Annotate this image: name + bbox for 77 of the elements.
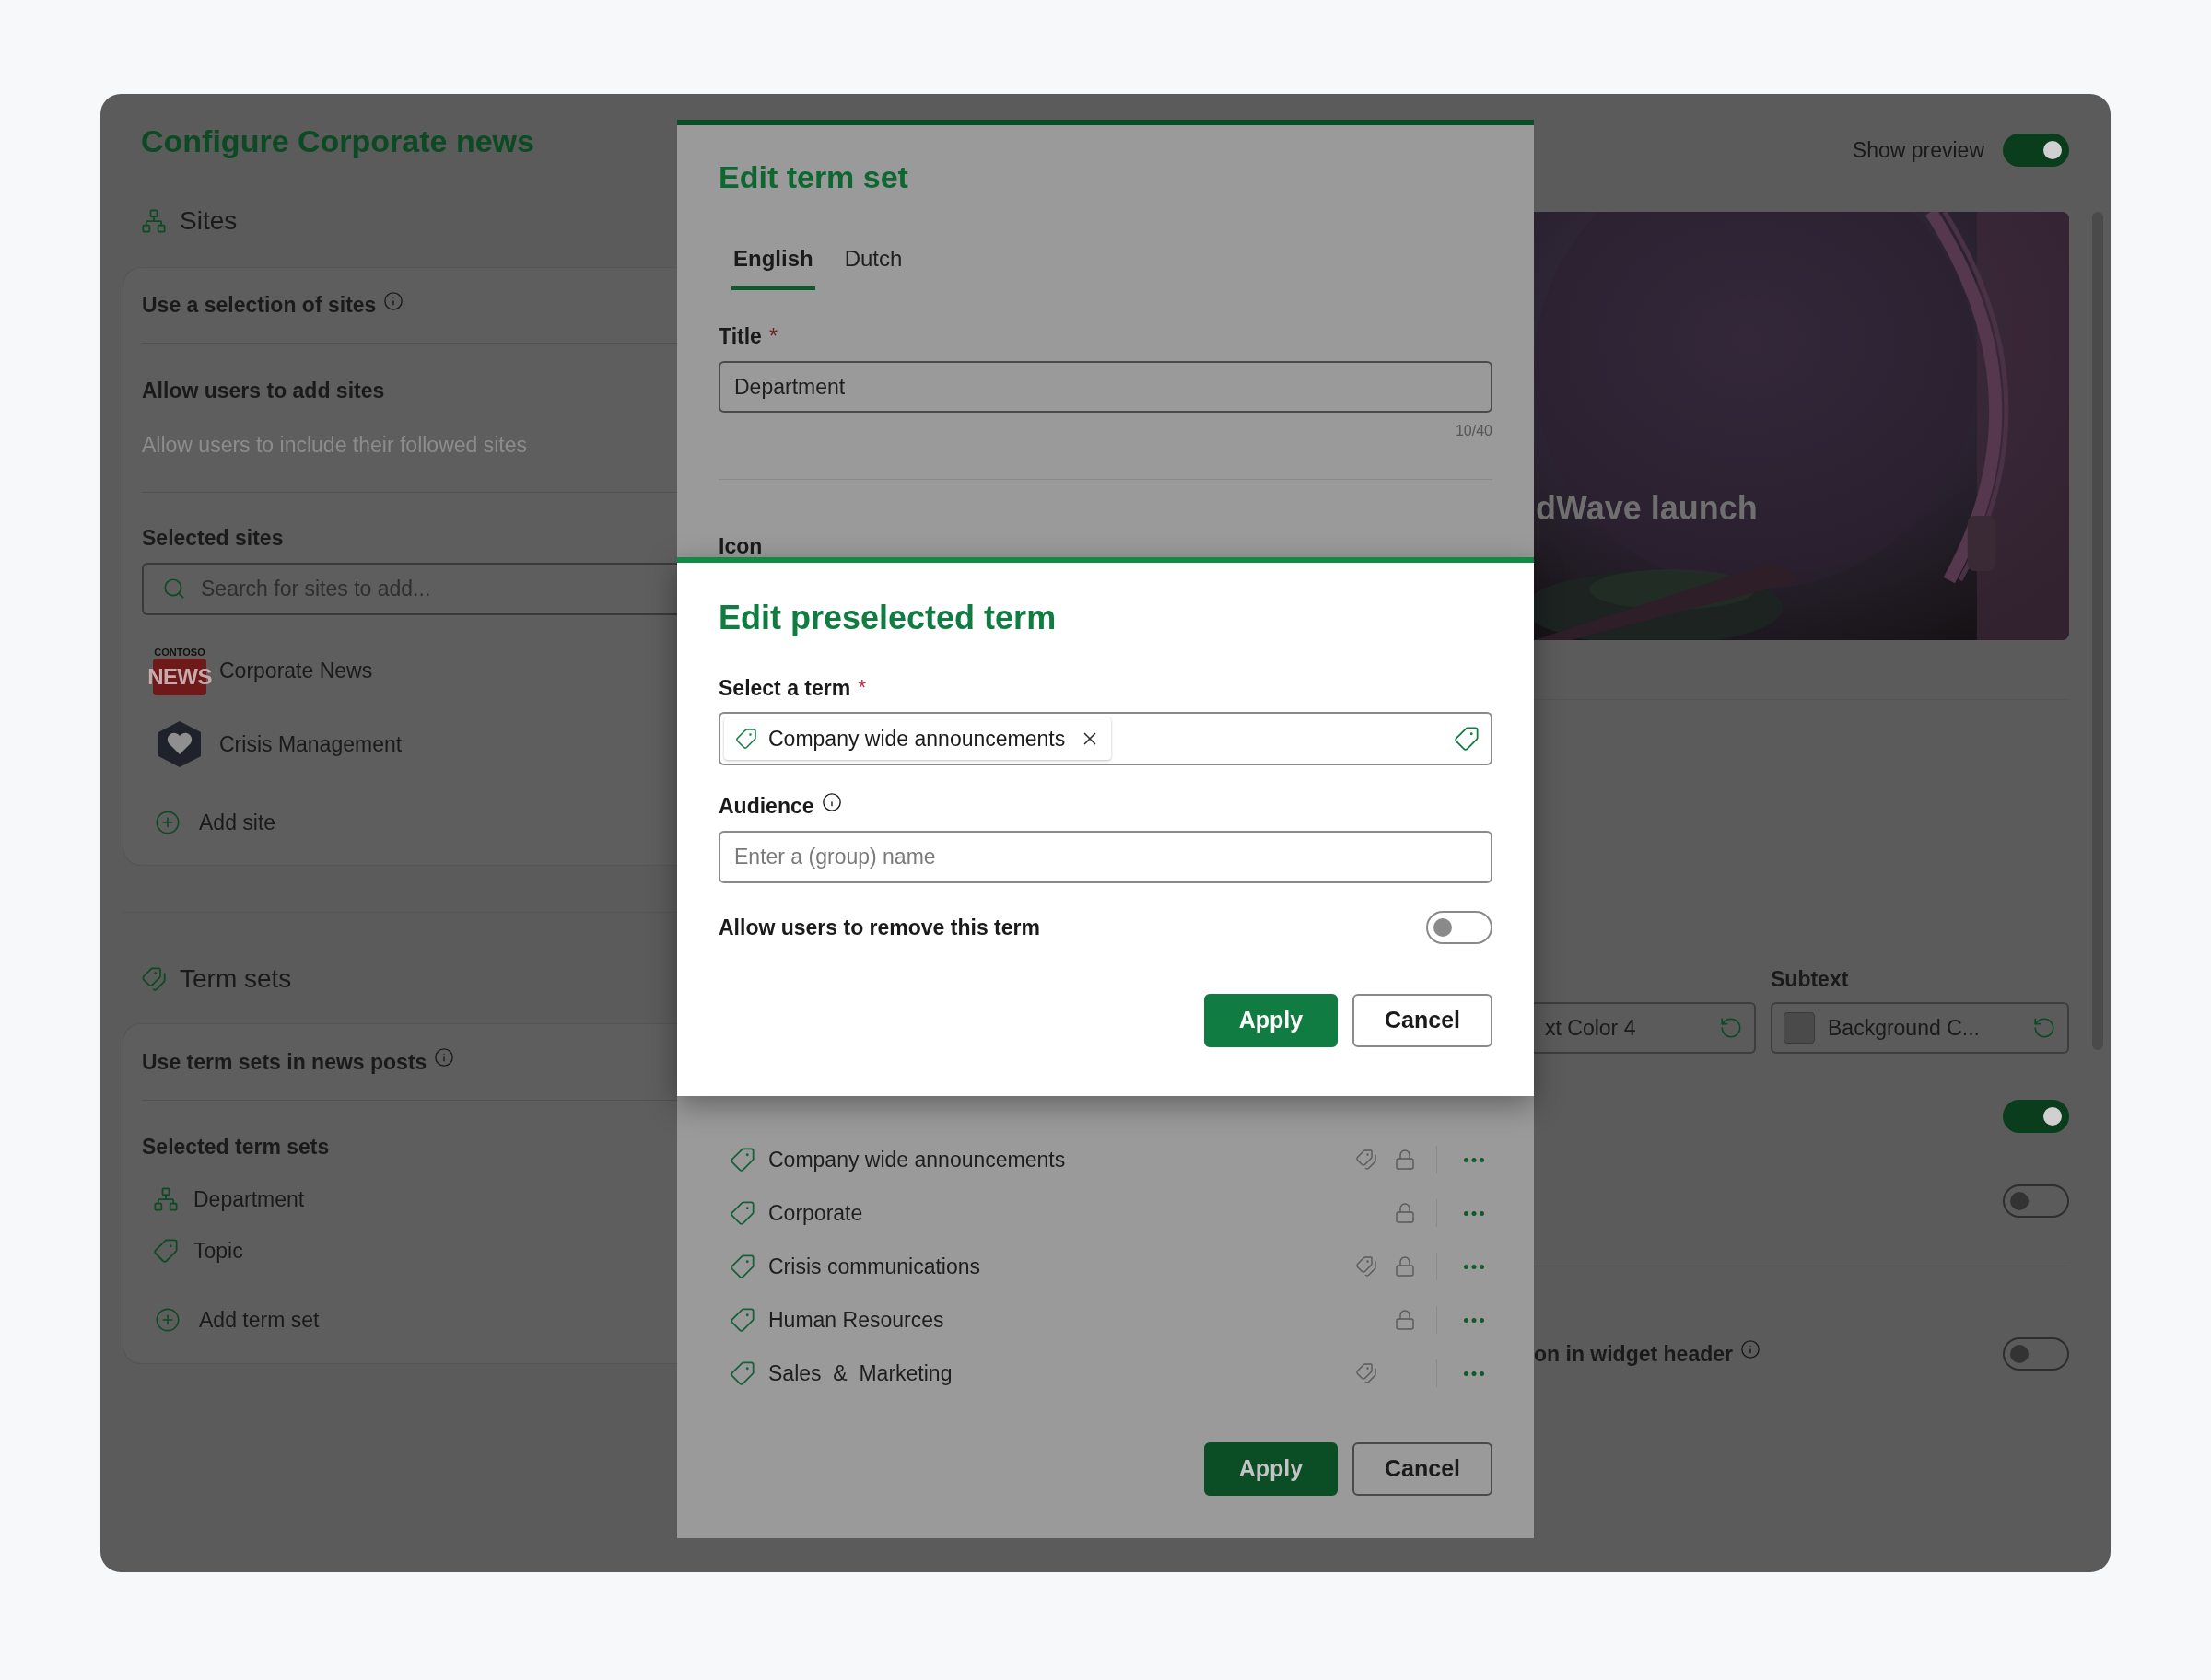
- term-picker-field[interactable]: Company wide announcements: [719, 712, 1492, 765]
- field-label: Icon: [719, 533, 764, 560]
- ellipsis-icon: [1464, 1317, 1484, 1323]
- dialog-title: Edit term set: [719, 158, 908, 196]
- field-label: Subtext: [1771, 965, 1849, 993]
- logo-text: NEWS: [147, 665, 212, 688]
- site-name: Crisis Management: [219, 730, 403, 758]
- option-label: Allow users to add sites: [142, 378, 386, 404]
- window-title: Configure Corporate news: [141, 122, 534, 160]
- hierarchy-icon: [153, 1186, 179, 1212]
- info-icon: [1739, 1339, 1761, 1359]
- tag-icon: [730, 1360, 755, 1386]
- plus-circle-icon: [155, 810, 181, 835]
- hexagon-heart-icon: [156, 719, 204, 769]
- tag-icon: [730, 1307, 755, 1333]
- tag-icon: [730, 1254, 755, 1279]
- tag-icon[interactable]: [1454, 726, 1480, 752]
- section-heading: Term sets: [180, 963, 292, 995]
- toggle-label: Show preview: [1852, 136, 1984, 164]
- term-name: Sales & Marketing: [768, 1359, 953, 1387]
- toggle-switch[interactable]: [1426, 911, 1492, 944]
- info-icon: [383, 290, 404, 311]
- option-label: on in widget header: [1534, 1340, 1733, 1368]
- title-field[interactable]: Department: [719, 361, 1492, 413]
- cancel-button[interactable]: Cancel: [1352, 1442, 1492, 1496]
- hierarchy-icon: [141, 208, 167, 234]
- ellipsis-icon: [1464, 1210, 1484, 1216]
- toggle-switch[interactable]: [2003, 1337, 2069, 1371]
- logo-caption: CONTOSO: [154, 646, 205, 659]
- tag-icon: [735, 728, 757, 750]
- tag-icon: [730, 1147, 755, 1172]
- site-name: Corporate News: [219, 657, 373, 684]
- term-name: Corporate: [768, 1199, 864, 1227]
- toggle-label: Allow users to remove this term: [719, 914, 1041, 941]
- ellipsis-icon: [1464, 1157, 1484, 1162]
- section-heading: Sites: [180, 205, 238, 237]
- reset-icon[interactable]: [1719, 1016, 1743, 1040]
- language-tab[interactable]: Dutch: [842, 231, 905, 290]
- term-name: Crisis communications: [768, 1253, 982, 1280]
- cancel-button[interactable]: Cancel: [1352, 994, 1492, 1047]
- audience-field[interactable]: Enter a (group) name: [719, 831, 1492, 883]
- apply-button[interactable]: Apply: [1204, 1442, 1338, 1496]
- required-mark: *: [768, 322, 778, 350]
- dialog-title: Edit preselected term: [719, 598, 1057, 638]
- section-label: Selected term sets: [142, 1134, 331, 1161]
- color-value: Background C...: [1828, 1014, 1981, 1042]
- field-label: Select a term: [719, 674, 851, 702]
- tag-icon: [153, 1238, 179, 1264]
- toggle-switch[interactable]: [2003, 1184, 2069, 1218]
- term-set-name: Topic: [193, 1237, 243, 1265]
- option-label: Use term sets in news posts: [142, 1048, 427, 1076]
- ellipsis-icon: [1464, 1264, 1484, 1269]
- search-icon: [162, 577, 186, 601]
- language-tab[interactable]: English: [731, 231, 815, 290]
- info-icon: [821, 792, 842, 812]
- reset-icon[interactable]: [2032, 1016, 2056, 1040]
- apply-button[interactable]: Apply: [1204, 994, 1338, 1047]
- required-mark: *: [858, 674, 867, 702]
- toggle-switch[interactable]: [2003, 1100, 2069, 1133]
- ellipsis-icon: [1464, 1371, 1484, 1376]
- field-label: Title: [719, 322, 762, 350]
- info-icon: [434, 1047, 455, 1068]
- chip-label: Company wide announcements: [768, 725, 1066, 752]
- plus-circle-icon: [155, 1307, 181, 1333]
- banner-title: dWave launch: [1536, 488, 1758, 529]
- tags-icon: [141, 966, 167, 992]
- toggle-switch[interactable]: [2003, 134, 2069, 167]
- section-label: Selected sites: [142, 525, 285, 552]
- term-name: Human Resources: [768, 1306, 945, 1334]
- term-chip[interactable]: Company wide announcements: [724, 718, 1112, 760]
- term-name: Company wide announcements: [768, 1146, 1067, 1173]
- color-value: xt Color 4: [1545, 1014, 1637, 1042]
- term-set-name: Department: [193, 1185, 305, 1213]
- field-label: Audience: [719, 792, 814, 820]
- option-label: Use a selection of sites: [142, 292, 377, 320]
- character-counter: 10/40: [1455, 422, 1492, 440]
- tag-icon: [730, 1200, 755, 1226]
